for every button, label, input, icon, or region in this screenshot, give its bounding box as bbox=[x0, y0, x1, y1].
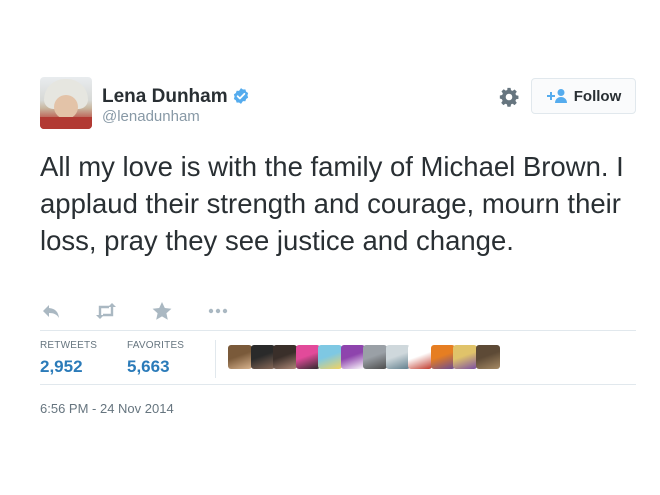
tweet-text: All my love is with the family of Michae… bbox=[40, 151, 624, 256]
favoriter-avatar[interactable] bbox=[228, 345, 252, 369]
tweet-timestamp[interactable]: 6:56 PM - 24 Nov 2014 bbox=[40, 401, 174, 416]
favorite-icon[interactable] bbox=[150, 300, 174, 322]
favoriter-avatar[interactable] bbox=[385, 345, 410, 369]
retweets-stat[interactable]: RETWEETS 2,952 bbox=[40, 340, 97, 377]
reply-icon[interactable] bbox=[40, 300, 64, 322]
display-name[interactable]: Lena Dunham bbox=[102, 86, 228, 108]
favoriter-avatar[interactable] bbox=[250, 345, 275, 369]
divider bbox=[40, 330, 636, 331]
favoriter-avatar[interactable] bbox=[318, 345, 342, 369]
favoriter-avatar[interactable] bbox=[408, 345, 432, 369]
avatar-shirt bbox=[40, 117, 92, 129]
verified-badge-icon bbox=[233, 88, 249, 104]
favorites-count: 5,663 bbox=[127, 357, 170, 376]
gear-icon[interactable] bbox=[498, 86, 520, 108]
retweet-icon[interactable] bbox=[94, 300, 118, 322]
retweets-label: RETWEETS bbox=[40, 340, 98, 351]
add-user-icon bbox=[546, 89, 567, 103]
favoriter-avatar[interactable] bbox=[273, 345, 297, 369]
favorites-stat[interactable]: FAVORITES 5,663 bbox=[127, 340, 184, 377]
avatar-face bbox=[54, 95, 78, 119]
favoriter-avatar[interactable] bbox=[453, 345, 477, 369]
avatar[interactable] bbox=[40, 77, 92, 129]
favoriter-avatar[interactable] bbox=[475, 345, 500, 369]
retweets-count: 2,952 bbox=[40, 357, 83, 376]
follow-button[interactable]: Follow bbox=[531, 78, 636, 114]
follow-button-label: Follow bbox=[573, 87, 622, 105]
user-handle[interactable]: @lenadunham bbox=[102, 108, 200, 125]
favoriter-avatar[interactable] bbox=[340, 345, 365, 369]
divider bbox=[40, 384, 636, 385]
favoriter-avatar[interactable] bbox=[295, 345, 320, 369]
favoriter-avatar[interactable] bbox=[430, 345, 455, 369]
stats-divider bbox=[215, 340, 216, 378]
favorites-label: FAVORITES bbox=[127, 340, 185, 351]
more-icon[interactable] bbox=[206, 300, 230, 322]
favoriter-avatar[interactable] bbox=[363, 345, 387, 369]
